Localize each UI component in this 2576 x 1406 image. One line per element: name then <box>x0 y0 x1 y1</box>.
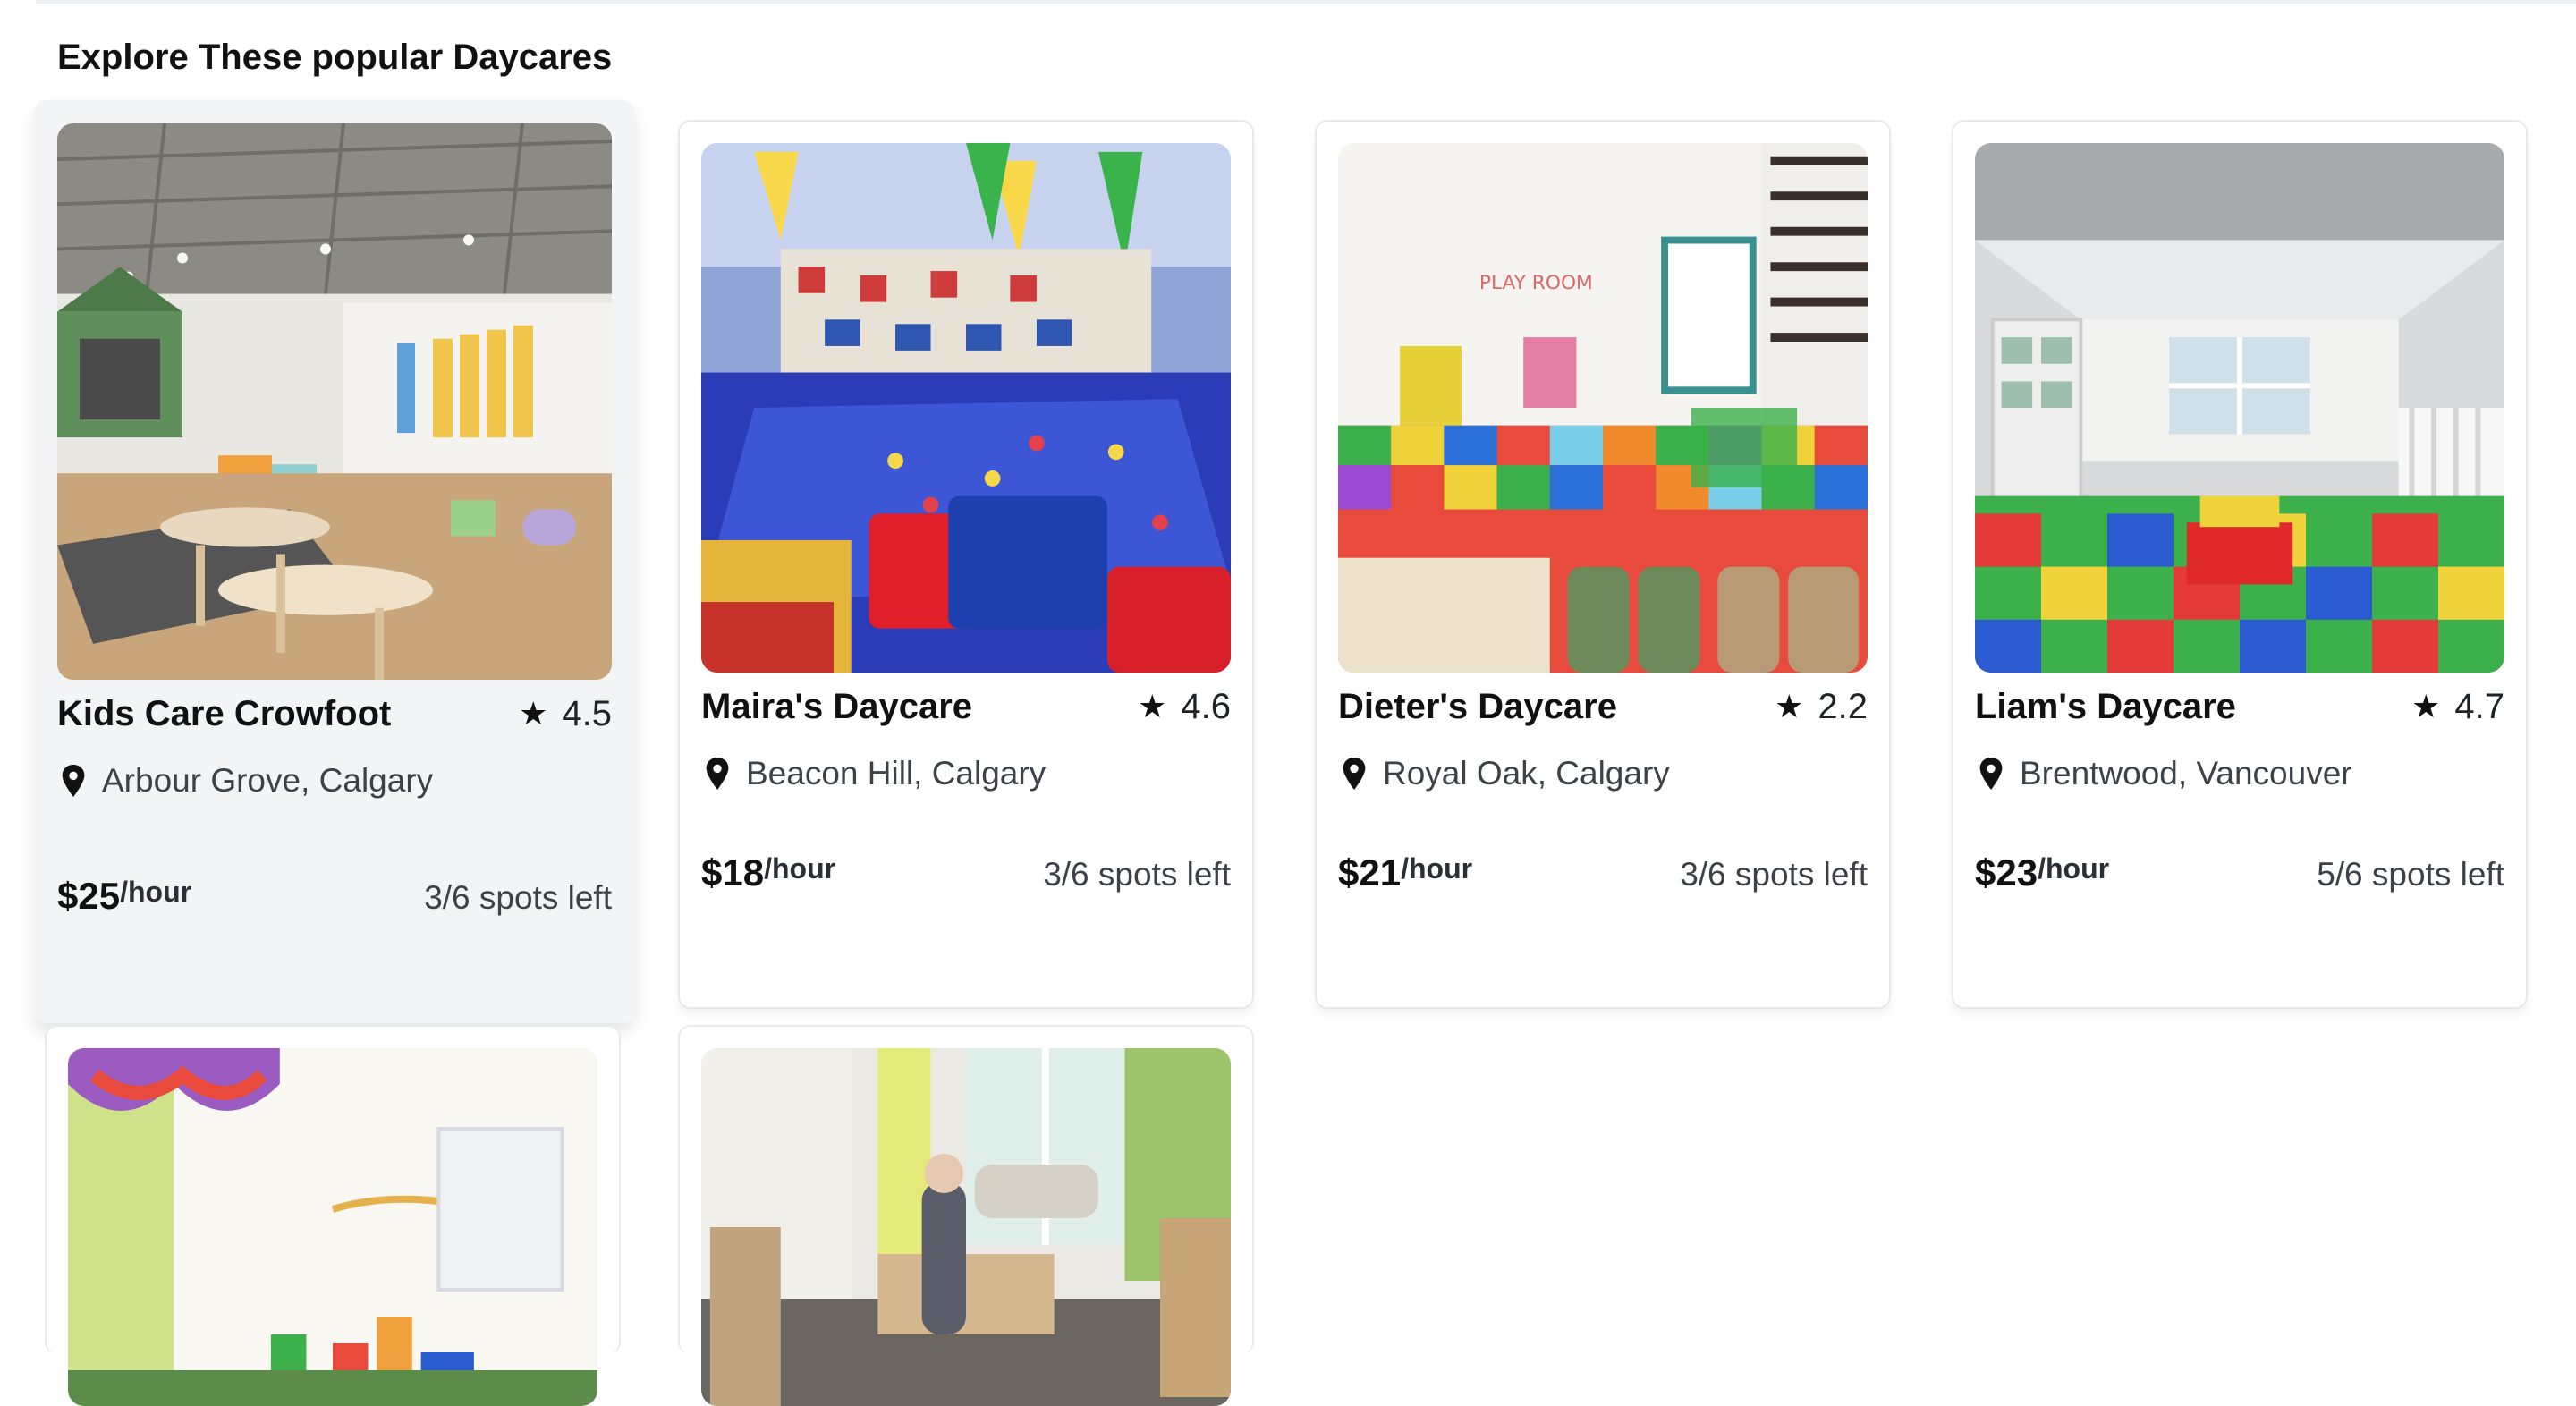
daycare-card[interactable]: PLAY ROOM Dieter's Daycare ★ 2.2 Royal O… <box>1315 120 1891 1009</box>
price-value: $18 <box>701 851 765 894</box>
daycare-card[interactable] <box>45 1025 621 1406</box>
top-divider <box>36 0 2576 4</box>
rating: ★ 2.2 <box>1775 683 1868 730</box>
svg-text:PLAY ROOM: PLAY ROOM <box>1479 272 1593 294</box>
daycare-photo <box>701 143 1231 673</box>
location: Royal Oak, Calgary <box>1338 753 1868 794</box>
daycare-photo <box>701 1048 1231 1406</box>
spots-left: 3/6 spots left <box>424 879 612 916</box>
daycare-photo: PLAY ROOM <box>1338 143 1868 673</box>
location-text: Brentwood, Vancouver <box>2020 755 2352 792</box>
price-unit: /hour <box>764 852 836 885</box>
location: Beacon Hill, Calgary <box>701 753 1231 794</box>
location-pin-icon <box>1343 758 1366 790</box>
daycare-card[interactable]: Kids Care Crowfoot ★ 4.5 Arbour Grove, C… <box>34 100 635 1023</box>
rating-value: 4.5 <box>562 694 612 733</box>
price: $18/hour <box>701 850 835 896</box>
location: Brentwood, Vancouver <box>1975 753 2504 794</box>
daycare-photo <box>1975 143 2504 673</box>
daycare-name: Kids Care Crowfoot <box>57 694 392 733</box>
location-pin-icon <box>706 758 729 790</box>
daycare-photo <box>68 1048 597 1406</box>
price-value: $23 <box>1975 851 2038 894</box>
location-text: Beacon Hill, Calgary <box>746 755 1046 792</box>
rating-value: 2.2 <box>1818 687 1868 726</box>
price-value: $21 <box>1338 851 1402 894</box>
price: $23/hour <box>1975 850 2109 896</box>
spots-left: 5/6 spots left <box>2317 856 2504 893</box>
daycare-name: Liam's Daycare <box>1975 687 2236 726</box>
daycare-name: Dieter's Daycare <box>1338 687 1617 726</box>
spots-left: 3/6 spots left <box>1043 856 1231 893</box>
price: $25/hour <box>57 873 191 919</box>
rating: ★ 4.6 <box>1138 683 1231 730</box>
price: $21/hour <box>1338 850 1472 896</box>
price-unit: /hour <box>120 876 192 908</box>
daycare-card[interactable] <box>678 1025 1254 1406</box>
daycare-name: Maira's Daycare <box>701 687 973 726</box>
location-pin-icon <box>62 765 85 797</box>
daycare-photo <box>57 123 612 680</box>
price-unit: /hour <box>1401 852 1473 885</box>
spots-left: 3/6 spots left <box>1680 856 1868 893</box>
daycare-card[interactable]: Liam's Daycare ★ 4.7 Brentwood, Vancouve… <box>1952 120 2528 1009</box>
star-icon: ★ <box>1775 688 1804 724</box>
price-value: $25 <box>57 875 121 917</box>
rating-value: 4.7 <box>2454 687 2504 726</box>
section-title: Explore These popular Daycares <box>57 38 613 77</box>
star-icon: ★ <box>1138 688 1167 724</box>
price-unit: /hour <box>2038 852 2110 885</box>
star-icon: ★ <box>519 695 548 732</box>
rating: ★ 4.5 <box>519 690 612 737</box>
location-pin-icon <box>1979 758 2003 790</box>
rating-value: 4.6 <box>1181 687 1231 726</box>
location-text: Arbour Grove, Calgary <box>102 762 434 799</box>
rating: ★ 4.7 <box>2411 683 2504 730</box>
star-icon: ★ <box>2411 688 2441 724</box>
daycare-card[interactable]: Maira's Daycare ★ 4.6 Beacon Hill, Calga… <box>678 120 1254 1009</box>
location-text: Royal Oak, Calgary <box>1383 755 1670 792</box>
location: Arbour Grove, Calgary <box>57 760 612 801</box>
